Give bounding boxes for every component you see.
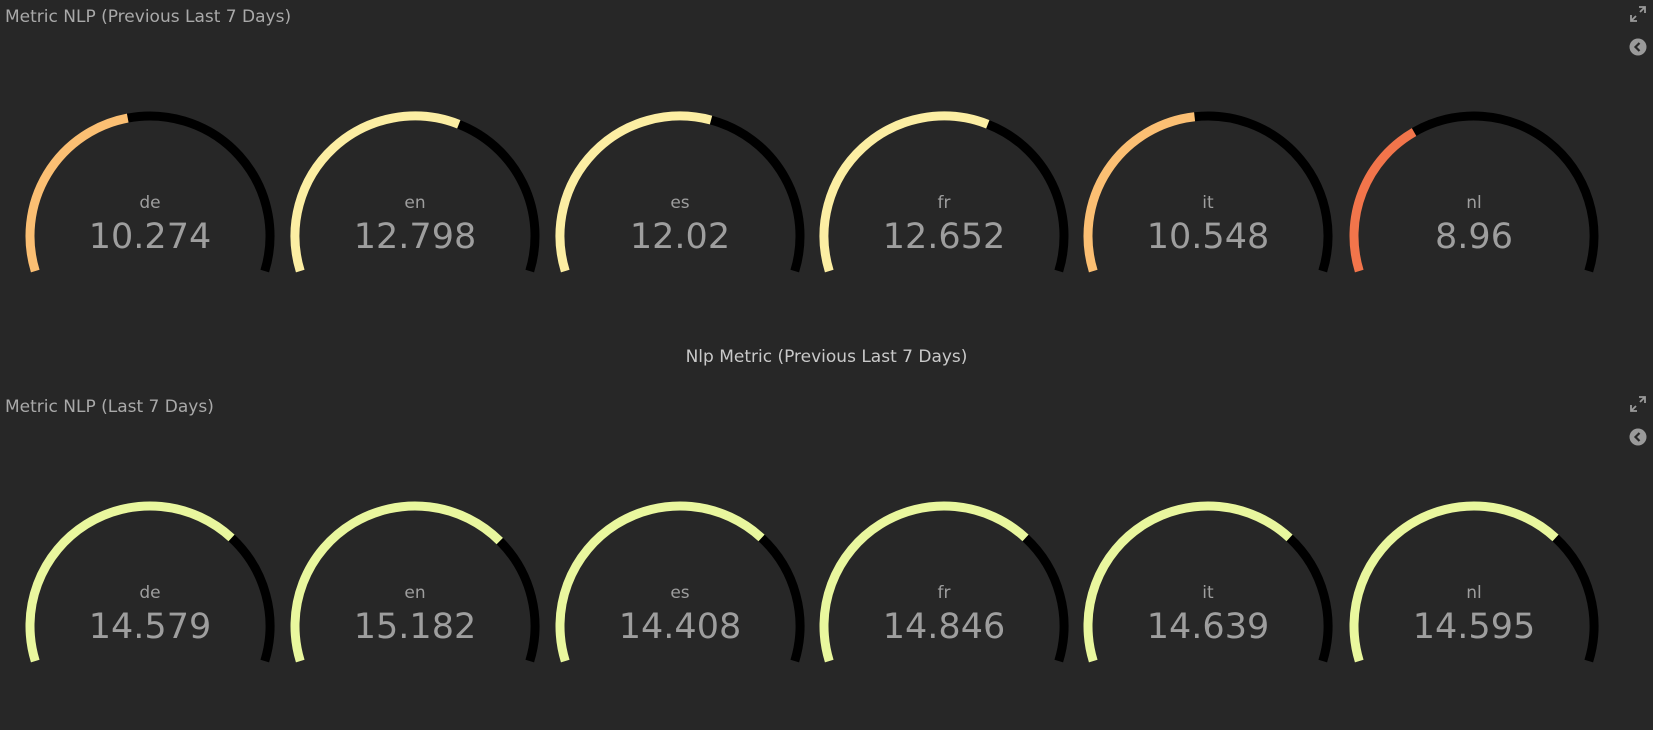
gauge-value-en: 15.182 (354, 607, 476, 647)
gauge-label-es: es (670, 583, 689, 603)
gauge-label-de: de (139, 193, 160, 213)
gauge-label-en: en (404, 583, 425, 603)
gauge-label-it: it (1202, 193, 1214, 213)
gauge-track-nl (1552, 534, 1599, 663)
gauge-value-en: 12.798 (354, 217, 476, 257)
gauge-label-nl: nl (1466, 193, 1482, 213)
gauge-value-nl: 14.595 (1413, 607, 1535, 647)
gauge-label-fr: fr (938, 583, 951, 603)
gauge-value-it: 14.639 (1147, 607, 1269, 647)
gauge-fill-nl (1349, 128, 1417, 273)
gauge-label-es: es (670, 193, 689, 213)
gauge-value-de: 14.579 (89, 607, 211, 647)
gauge-track-en (496, 537, 540, 663)
gauge-value-es: 14.408 (619, 607, 741, 647)
gauge-label-it: it (1202, 583, 1214, 603)
gauge-track-es (758, 534, 805, 663)
gauge-label-en: en (404, 193, 425, 213)
gauge-track-fr (1022, 534, 1069, 663)
gauge-label-de: de (139, 583, 160, 603)
gauge-value-es: 12.02 (630, 217, 730, 257)
gauge-label-nl: nl (1466, 583, 1482, 603)
gauge-row: de 10.274 en 12.798 es 12.02 fr 12.652 i… (25, 111, 1599, 273)
panel-legend-title: Nlp Metric (Previous Last 7 Days) (685, 347, 968, 367)
gauge-value-fr: 12.652 (883, 217, 1005, 257)
gauge-value-it: 10.548 (1147, 217, 1269, 257)
gauge-row: de 14.579 en 15.182 es 14.408 fr 14.846 … (25, 501, 1599, 663)
gauge-value-fr: 14.846 (883, 607, 1005, 647)
panel-last-7-days: Metric NLP (Last 7 Days) de 14.579 en 15… (0, 390, 1653, 704)
gauge-label-fr: fr (938, 193, 951, 213)
gauge-value-de: 10.274 (89, 217, 211, 257)
gauge-value-nl: 8.96 (1435, 217, 1513, 257)
gauge-track-de (228, 534, 275, 663)
panel-previous-last-7-days: Metric NLP (Previous Last 7 Days) de 10.… (0, 0, 1653, 367)
gauge-track-it (1286, 534, 1333, 663)
